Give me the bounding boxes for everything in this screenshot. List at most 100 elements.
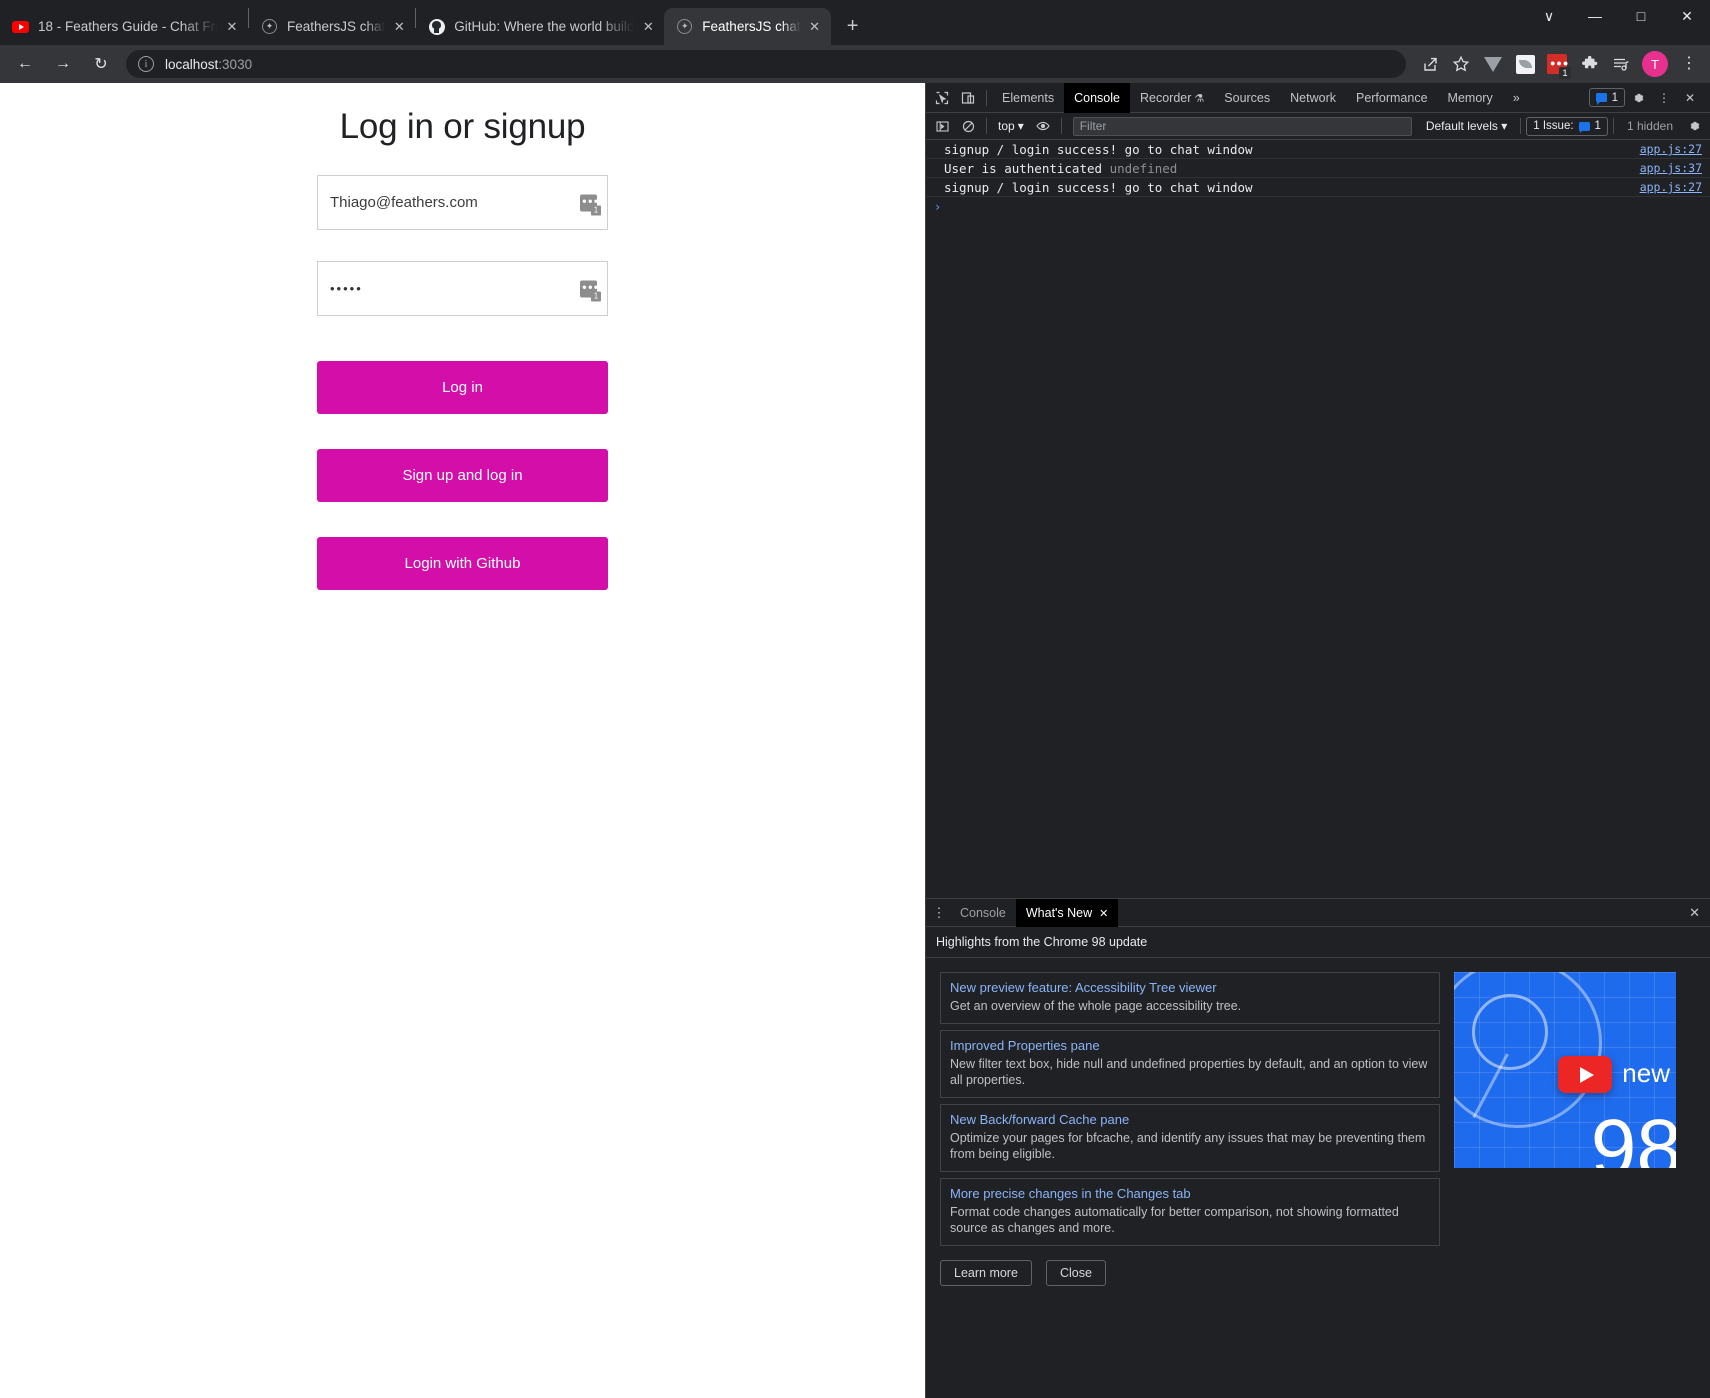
- whats-new-item-title[interactable]: More precise changes in the Changes tab: [950, 1186, 1430, 1201]
- tab-close-icon[interactable]: ✕: [807, 19, 823, 35]
- lastpass-badge-count: 1: [591, 205, 601, 215]
- extensions-puzzle-icon[interactable]: [1574, 49, 1604, 79]
- vimium-extension-icon[interactable]: [1478, 49, 1508, 79]
- tab-network[interactable]: Network: [1280, 83, 1346, 113]
- close-button[interactable]: Close: [1045, 1260, 1106, 1286]
- console-log-source[interactable]: app.js:37: [1640, 161, 1702, 175]
- gear-icon[interactable]: [1625, 86, 1651, 110]
- console-log-source[interactable]: app.js:27: [1640, 142, 1702, 156]
- devtools-panel: Elements Console Recorder ⚗ Sources Netwo…: [925, 82, 1710, 1398]
- whats-new-item-title[interactable]: New preview feature: Accessibility Tree …: [950, 980, 1430, 995]
- flask-icon: ⚗: [1194, 92, 1205, 105]
- console-prompt[interactable]: ›: [926, 197, 1710, 217]
- log-level-selector[interactable]: Default levels ▾: [1418, 119, 1515, 133]
- issues-badge[interactable]: 1: [1588, 88, 1625, 107]
- whats-new-item-title[interactable]: Improved Properties pane: [950, 1038, 1430, 1053]
- tab-sources[interactable]: Sources: [1214, 83, 1280, 113]
- youtube-play-icon[interactable]: [1558, 1056, 1612, 1093]
- device-toolbar-icon[interactable]: [955, 86, 981, 110]
- whats-new-item[interactable]: New preview feature: Accessibility Tree …: [940, 972, 1440, 1024]
- site-info-icon[interactable]: i: [138, 56, 154, 72]
- whats-new-item[interactable]: New Back/forward Cache pane Optimize you…: [940, 1104, 1440, 1172]
- tab-close-icon[interactable]: ✕: [640, 19, 656, 35]
- console-log-row[interactable]: signup / login success! go to chat windo…: [926, 140, 1710, 159]
- cursor-inspect-icon[interactable]: [929, 86, 955, 110]
- profile-avatar[interactable]: T: [1642, 51, 1668, 77]
- drawer-more-options-icon[interactable]: ⋮: [928, 905, 950, 921]
- more-tabs-icon[interactable]: »: [1503, 83, 1530, 113]
- tab-memory[interactable]: Memory: [1438, 83, 1503, 113]
- lastpass-autofill-icon[interactable]: ●●● 1: [580, 280, 601, 301]
- tab-performance[interactable]: Performance: [1346, 83, 1438, 113]
- console-settings-gear-icon[interactable]: [1681, 114, 1707, 138]
- whats-new-item[interactable]: Improved Properties pane New filter text…: [940, 1030, 1440, 1098]
- share-icon[interactable]: [1414, 49, 1444, 79]
- console-output[interactable]: signup / login success! go to chat windo…: [926, 140, 1710, 898]
- lastpass-autofill-icon[interactable]: ●●● 1: [580, 194, 601, 215]
- more-options-icon[interactable]: ⋮: [1651, 86, 1677, 110]
- console-issues-badge[interactable]: 1 Issue: 1: [1526, 116, 1608, 136]
- reload-icon[interactable]: ↻: [85, 48, 117, 80]
- password-field[interactable]: ••••• ●●● 1: [317, 261, 608, 316]
- forward-icon[interactable]: →: [47, 48, 79, 80]
- drawer-close-icon[interactable]: ✕: [1679, 905, 1710, 921]
- tab-search-icon[interactable]: ∨: [1526, 0, 1572, 32]
- lastpass-badge-count: 1: [591, 291, 601, 301]
- console-log-row[interactable]: User is authenticated undefined app.js:3…: [926, 159, 1710, 178]
- console-filter-input[interactable]: Filter: [1072, 116, 1412, 136]
- drawer-tab-close-icon[interactable]: ✕: [1099, 908, 1108, 920]
- minimize-button[interactable]: —: [1572, 0, 1618, 32]
- browser-menu-icon[interactable]: ⋮: [1674, 49, 1704, 79]
- new-tab-button[interactable]: +: [839, 13, 867, 41]
- learn-more-button[interactable]: Learn more: [940, 1260, 1032, 1286]
- tab-close-icon[interactable]: ✕: [391, 19, 407, 35]
- leaf-extension-icon[interactable]: [1510, 49, 1540, 79]
- browser-tab-3-active[interactable]: ✦ FeathersJS chat ✕: [664, 8, 831, 45]
- whats-new-item-title[interactable]: New Back/forward Cache pane: [950, 1112, 1430, 1127]
- reading-list-icon[interactable]: [1606, 49, 1636, 79]
- devtools-close-icon[interactable]: ✕: [1677, 86, 1703, 110]
- issues-message-icon: [1595, 93, 1607, 105]
- console-log-row[interactable]: signup / login success! go to chat windo…: [926, 178, 1710, 197]
- tab-elements[interactable]: Elements: [992, 83, 1064, 113]
- login-with-github-button[interactable]: Login with Github: [317, 537, 608, 590]
- login-form: Thiago@feathers.com ●●● 1 ••••• ●●● 1 Lo…: [317, 147, 608, 590]
- browser-tab-2[interactable]: GitHub: Where the world builds s ✕: [416, 8, 664, 45]
- clear-console-icon[interactable]: [955, 114, 981, 138]
- lastpass-extension-icon[interactable]: ●●● 1: [1542, 49, 1572, 79]
- lastpass-dots: ●●●: [582, 282, 600, 291]
- drawer-tab-whats-new[interactable]: What's New ✕: [1015, 898, 1119, 927]
- whats-new-header: Highlights from the Chrome 98 update: [926, 927, 1710, 958]
- tab-recorder[interactable]: Recorder ⚗: [1130, 83, 1214, 113]
- console-sidebar-icon[interactable]: [929, 114, 955, 138]
- execution-context-label: top: [998, 119, 1015, 133]
- console-log-source[interactable]: app.js:27: [1640, 180, 1702, 194]
- tab-console[interactable]: Console: [1064, 82, 1130, 113]
- console-issues-label: 1 Issue:: [1533, 120, 1574, 132]
- browser-tab-0[interactable]: 18 - Feathers Guide - Chat Fronte ✕: [0, 8, 248, 45]
- filterbar-divider-2: [1060, 118, 1062, 134]
- whats-new-item[interactable]: More precise changes in the Changes tab …: [940, 1178, 1440, 1246]
- drawer-tab-console[interactable]: Console: [950, 899, 1016, 927]
- back-icon[interactable]: ←: [9, 48, 41, 80]
- sign-up-and-log-in-button[interactable]: Sign up and log in: [317, 449, 608, 502]
- address-bar[interactable]: i localhost :3030: [126, 50, 1406, 78]
- lastpass-dots: ●●●: [1550, 58, 1570, 68]
- chrome-98-promo-video[interactable]: new 98: [1454, 972, 1676, 1168]
- browser-tab-1[interactable]: ✦ FeathersJS chat ✕: [249, 8, 415, 45]
- console-log-text: User is authenticated: [944, 160, 1103, 176]
- bookmark-star-icon[interactable]: [1446, 49, 1476, 79]
- whats-new-item-desc: Optimize your pages for bfcache, and ide…: [950, 1131, 1426, 1161]
- devtools-drawer: ⋮ Console What's New ✕ ✕ Highlights from …: [926, 898, 1710, 1398]
- console-log-value: undefined: [1109, 160, 1178, 176]
- window-close-button[interactable]: ✕: [1664, 0, 1710, 32]
- whats-new-item-desc: Format code changes automatically for be…: [950, 1205, 1399, 1235]
- log-in-button[interactable]: Log in: [317, 361, 608, 414]
- maximize-button[interactable]: □: [1618, 0, 1664, 32]
- youtube-icon: [12, 18, 29, 35]
- tab-close-icon[interactable]: ✕: [224, 19, 240, 35]
- console-log-message: User is authenticated undefined: [944, 161, 1630, 176]
- email-field[interactable]: Thiago@feathers.com ●●● 1: [317, 175, 608, 230]
- execution-context-selector[interactable]: top ▾: [992, 119, 1030, 133]
- live-expression-icon[interactable]: [1030, 114, 1056, 138]
